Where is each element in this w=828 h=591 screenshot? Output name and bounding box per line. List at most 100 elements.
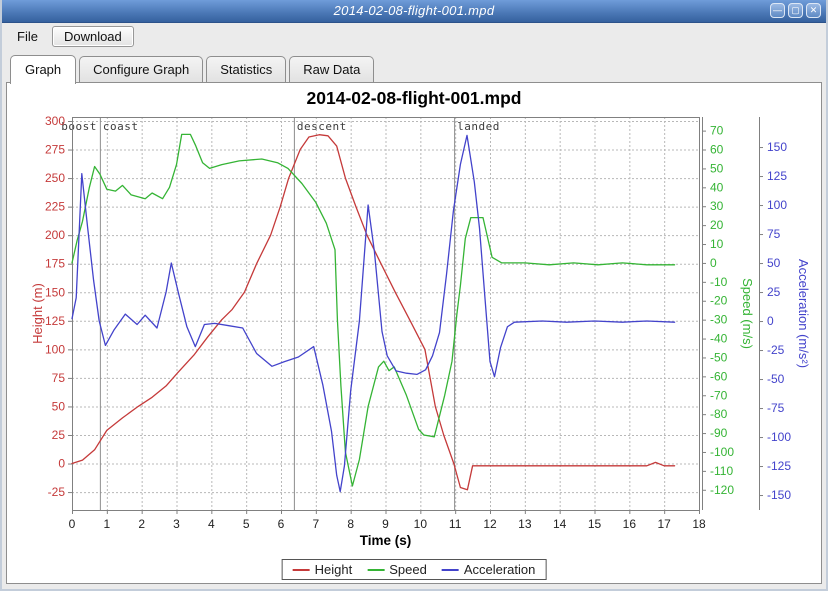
time-tick-label: 6 xyxy=(278,517,285,531)
legend-label: Acceleration xyxy=(464,562,536,577)
speed-tick-label: 60 xyxy=(710,143,724,157)
height-tick-label: 100 xyxy=(45,342,65,356)
plot-gridlines xyxy=(72,117,700,510)
legend-item-speed: Speed xyxy=(367,562,427,577)
speed-tick-label: 70 xyxy=(710,124,724,138)
height-tick-label: 150 xyxy=(45,285,65,299)
height-tick-label: 50 xyxy=(52,399,66,413)
speed-axis: 70 60 50 40 30 20 10 0 -10 -20 -30 -40 -50 -60 -70 -80 -… xyxy=(702,117,755,510)
chart-legend: Height Speed Acceleration xyxy=(282,559,547,580)
speed-tick-label: -120 xyxy=(710,483,734,497)
time-tick-label: 12 xyxy=(483,517,497,531)
time-tick-label: 15 xyxy=(588,517,602,531)
legend-swatch-speed xyxy=(367,569,384,571)
annotation-boost: boost xyxy=(61,120,97,133)
time-tick-label: 3 xyxy=(173,517,180,531)
tab-raw-data[interactable]: Raw Data xyxy=(289,56,374,82)
legend-label: Height xyxy=(315,562,353,577)
time-tick-label: 1 xyxy=(103,517,110,531)
time-tick-label: 10 xyxy=(414,517,428,531)
height-tick-label: 125 xyxy=(45,314,65,328)
legend-item-acceleration: Acceleration xyxy=(442,562,536,577)
speed-axis-title: Speed (m/s) xyxy=(740,278,755,349)
height-tick-label: 175 xyxy=(45,257,65,271)
time-tick-label: 14 xyxy=(553,517,567,531)
time-tick-label: 18 xyxy=(692,517,706,531)
height-tick-label: 25 xyxy=(52,428,66,442)
speed-tick-label: -30 xyxy=(710,313,728,327)
legend-item-height: Height xyxy=(293,562,353,577)
height-tick-label: 75 xyxy=(52,371,66,385)
legend-swatch-height xyxy=(293,569,310,571)
speed-tick-label: -40 xyxy=(710,332,728,346)
tab-graph[interactable]: Graph xyxy=(10,55,76,84)
time-tick-label: 4 xyxy=(208,517,215,531)
time-tick-label: 11 xyxy=(449,517,462,531)
speed-tick-label: -110 xyxy=(710,464,733,478)
speed-tick-label: -90 xyxy=(710,426,728,440)
series-line-speed xyxy=(72,134,675,486)
acceleration-tick-label: -25 xyxy=(767,343,785,357)
speed-tick-label: -70 xyxy=(710,388,728,402)
annotation-coast: coast xyxy=(103,120,139,133)
speed-tick-label: -60 xyxy=(710,369,728,383)
speed-tick-label: -10 xyxy=(710,275,728,289)
acceleration-tick-label: -125 xyxy=(767,459,791,473)
acceleration-tick-label: 100 xyxy=(767,198,787,212)
tab-configure-graph[interactable]: Configure Graph xyxy=(79,56,203,82)
height-tick-label: 275 xyxy=(45,143,65,157)
speed-tick-label: 30 xyxy=(710,199,724,213)
speed-tick-label: -20 xyxy=(710,294,728,308)
height-tick-label: 0 xyxy=(58,457,65,471)
height-axis-title: Height (m) xyxy=(30,283,45,344)
time-tick-label: 7 xyxy=(312,517,319,531)
series-line-acceleration xyxy=(72,135,675,491)
acceleration-axis-title: Acceleration (m/s²) xyxy=(796,259,811,368)
acceleration-tick-label: 75 xyxy=(767,227,781,241)
legend-swatch-acceleration xyxy=(442,569,459,571)
speed-tick-label: -50 xyxy=(710,350,728,364)
height-tick-label: 225 xyxy=(45,200,65,214)
acceleration-tick-label: 125 xyxy=(767,169,787,183)
height-tick-label: -25 xyxy=(48,485,66,499)
time-tick-label: 17 xyxy=(657,517,671,531)
tab-bar: Graph Configure Graph Statistics Raw Dat… xyxy=(10,56,374,82)
acceleration-tick-label: -50 xyxy=(767,372,785,386)
height-tick-label: 250 xyxy=(45,171,65,185)
speed-tick-label: 10 xyxy=(710,237,724,251)
time-tick-label: 16 xyxy=(623,517,637,531)
speed-tick-label: 20 xyxy=(710,218,724,232)
height-tick-label: 300 xyxy=(45,114,65,128)
time-axis: 0123456789101112131415161718Time (s) xyxy=(69,510,706,548)
legend-label: Speed xyxy=(389,562,427,577)
app-window: 2014-02-08-flight-001.mpd — ▢ ✕ File Dow… xyxy=(0,0,828,591)
speed-tick-label: -80 xyxy=(710,407,728,421)
time-axis-title: Time (s) xyxy=(360,533,412,548)
acceleration-axis: 150 125 100 75 50 25 0 -25 -50 -75 -100 -125 -150 Acc… xyxy=(759,117,811,510)
acceleration-tick-label: -150 xyxy=(767,488,791,502)
time-tick-label: 0 xyxy=(69,517,76,531)
annotation-descent: descent xyxy=(297,120,347,133)
series-line-height xyxy=(72,135,675,490)
flight-state-markers: boost coast descent landed xyxy=(61,117,500,510)
acceleration-tick-label: 150 xyxy=(767,140,787,154)
acceleration-tick-label: -100 xyxy=(767,430,791,444)
time-tick-label: 13 xyxy=(518,517,532,531)
acceleration-tick-label: 0 xyxy=(767,314,774,328)
height-tick-label: 200 xyxy=(45,228,65,242)
speed-tick-label: 50 xyxy=(710,161,724,175)
time-tick-label: 5 xyxy=(243,517,250,531)
speed-tick-label: 40 xyxy=(710,180,724,194)
time-tick-label: 9 xyxy=(382,517,389,531)
height-axis: 3002752502252001751501251007550250-25Hei… xyxy=(30,114,72,499)
annotation-landed: landed xyxy=(457,120,500,133)
acceleration-tick-label: -75 xyxy=(767,401,785,415)
tab-statistics[interactable]: Statistics xyxy=(206,56,286,82)
speed-tick-label: -100 xyxy=(710,445,734,459)
time-tick-label: 8 xyxy=(347,517,354,531)
flight-chart[interactable]: boostcoastdescentlanded01234567891011121… xyxy=(2,0,828,591)
speed-tick-label: 0 xyxy=(710,256,717,270)
acceleration-tick-label: 50 xyxy=(767,256,781,270)
acceleration-tick-label: 25 xyxy=(767,285,781,299)
time-tick-label: 2 xyxy=(138,517,145,531)
